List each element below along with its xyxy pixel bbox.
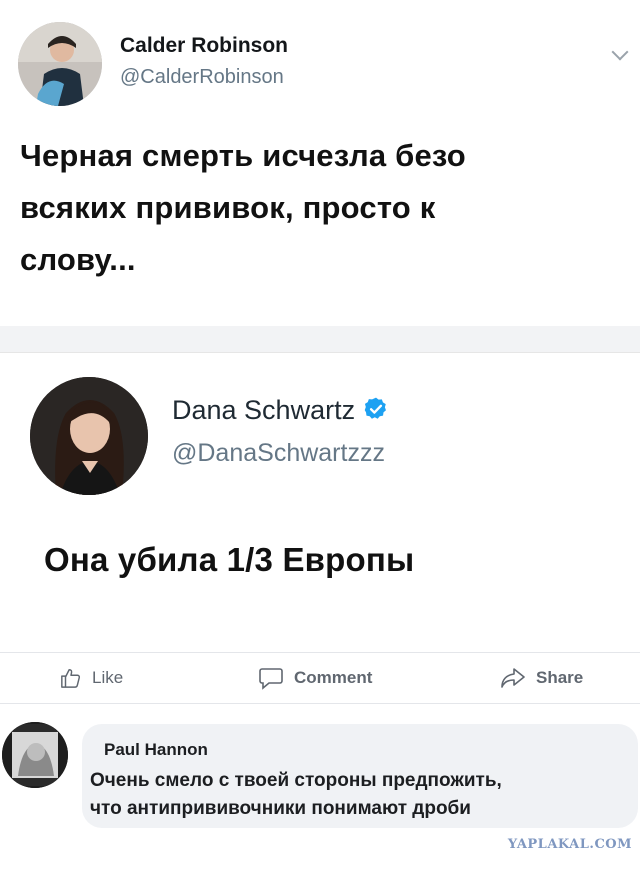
tweet-text-line-3: слову... <box>20 242 136 277</box>
author-name[interactable]: Calder Robinson <box>120 34 288 58</box>
comment-text-line-2: что антипрививочники понимают дроби <box>90 798 471 819</box>
share-label: Share <box>536 668 584 687</box>
comment-label: Comment <box>294 668 373 687</box>
share-icon <box>501 668 525 688</box>
author-name-label: Dana Schwartz <box>172 395 356 425</box>
post-action-bar: Like Comment Share <box>0 652 640 704</box>
like-button[interactable]: Like <box>60 665 123 691</box>
tweet-separator <box>0 326 640 352</box>
author-handle[interactable]: @CalderRobinson <box>120 66 284 89</box>
tweet-text-line-2: всяких прививок, просто к <box>20 190 436 225</box>
comment-text-line-1: Очень смело с твоей стороны предпожить, <box>90 770 502 791</box>
tweet-card-2: Dana Schwartz @DanaSchwartzzz Она убила … <box>0 352 640 653</box>
chevron-down-icon[interactable] <box>611 43 629 61</box>
author-name[interactable]: Dana Schwartz <box>172 395 389 426</box>
watermark: YAPLAKAL.COM <box>507 837 632 852</box>
avatar-dana-schwartz[interactable] <box>30 377 148 495</box>
tweet-text-line-1: Черная смерть исчезла безо <box>20 138 466 173</box>
comment-icon <box>259 668 283 690</box>
comment-author[interactable]: Paul Hannon <box>104 740 208 760</box>
author-handle[interactable]: @DanaSchwartzzz <box>172 439 385 468</box>
avatar-paul-hannon[interactable] <box>2 722 68 788</box>
tweet-text: Она убила 1/3 Европы <box>44 541 415 578</box>
share-button[interactable]: Share <box>500 665 583 691</box>
like-label: Like <box>92 668 124 687</box>
like-icon <box>61 669 81 688</box>
tweet-card-1: Calder Robinson @CalderRobinson Черная с… <box>0 0 640 326</box>
avatar-calder-robinson[interactable] <box>18 22 102 106</box>
comment-button[interactable]: Comment <box>258 665 372 691</box>
verified-badge-icon <box>364 397 387 419</box>
comment-bubble: Paul Hannon Очень смело с твоей стороны … <box>82 724 638 828</box>
